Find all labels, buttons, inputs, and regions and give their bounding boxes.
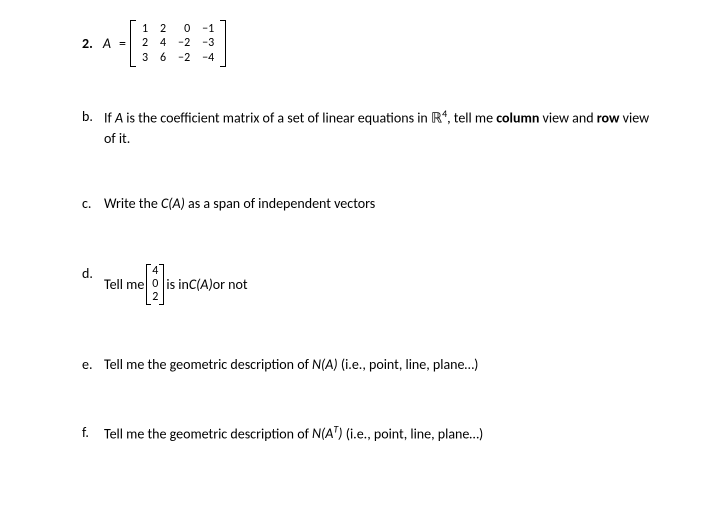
text-fragment: Tell me [104,275,144,295]
nat-open: N(A [312,425,333,442]
matrix-cell: 4 [154,36,172,50]
bold-column: column [496,110,539,127]
text-fragment: is the coefficient matrix of a set of li… [123,110,431,127]
item-e: e. Tell me the geometric description of … [82,355,657,375]
item-b-label: b. [82,107,104,127]
matrix-cell: 0 [172,22,196,36]
vector-cell: 0 [150,278,160,291]
matrix-expression: A = 1 2 0 −1 2 4 −2 −3 3 6 −2 [103,20,226,67]
matrix-cell: 6 [154,51,172,65]
vector-cell: 4 [150,265,160,278]
vector-body: 4 0 2 [150,265,160,305]
vector-cell: 2 [150,291,160,304]
real-symbol: ℝ [431,112,442,127]
item-e-text: Tell me the geometric description of N(A… [104,355,657,375]
text-fragment: (i.e., point, line, plane…) [343,425,484,442]
problem-2-header: 2. A = 1 2 0 −1 2 4 −2 −3 3 6 [82,20,657,67]
n-of-a-transpose: N(AT) [312,425,343,442]
item-b-text: If A is the coefficient matrix of a set … [104,107,657,149]
text-fragment: , tell me [447,110,496,127]
matrix-A: 1 2 0 −1 2 4 −2 −3 3 6 −2 −4 [130,20,226,67]
problem-2-label: 2. [82,34,93,54]
matrix-cell: −4 [196,51,220,65]
matrix-cell: −2 [172,36,196,50]
text-fragment: If [104,110,115,127]
matrix-row: 3 6 −2 −4 [136,51,220,65]
text-fragment: Write the [104,195,161,212]
item-d-label: d. [82,264,104,284]
matrix-cell: 3 [136,51,154,65]
column-vector: 4 0 2 [146,264,164,306]
c-of-a: C(A) [161,195,185,212]
item-f-text: Tell me the geometric description of N(A… [104,423,657,444]
item-d: d. Tell me 4 0 2 is in C(A) or not [82,264,657,306]
text-fragment: or not [213,275,248,295]
text-fragment: (i.e., point, line, plane…) [338,356,479,373]
item-b: b. If A is the coefficient matrix of a s… [82,107,657,149]
text-fragment: view and [539,110,596,127]
text-fragment: is in [166,275,188,295]
text-fragment: Tell me the geometric description of [104,425,312,442]
matrix-variable: A [103,34,111,54]
equals-sign: = [119,34,126,54]
bold-row: row [597,110,620,127]
matrix-cell: −2 [172,51,196,65]
item-e-label: e. [82,355,104,375]
matrix-cell: −1 [196,22,220,36]
item-c-text: Write the C(A) as a span of independent … [104,194,657,214]
n-of-a: N(A) [312,356,338,373]
item-f: f. Tell me the geometric description of … [82,423,657,444]
italic-A: A [115,110,123,127]
matrix-cell: 1 [136,22,154,36]
matrix-cell: 2 [136,36,154,50]
matrix-body: 1 2 0 −1 2 4 −2 −3 3 6 −2 −4 [136,22,220,65]
matrix-row: 2 4 −2 −3 [136,36,220,50]
item-f-label: f. [82,423,104,443]
text-fragment: Tell me the geometric description of [104,356,312,373]
c-of-a: C(A) [189,275,213,295]
matrix-cell: 2 [154,22,172,36]
item-c-label: c. [82,194,104,214]
item-c: c. Write the C(A) as a span of independe… [82,194,657,214]
item-d-text: Tell me 4 0 2 is in C(A) or not [104,264,657,306]
matrix-cell: −3 [196,36,220,50]
matrix-row: 1 2 0 −1 [136,22,220,36]
text-fragment: as a span of independent vectors [185,195,375,212]
